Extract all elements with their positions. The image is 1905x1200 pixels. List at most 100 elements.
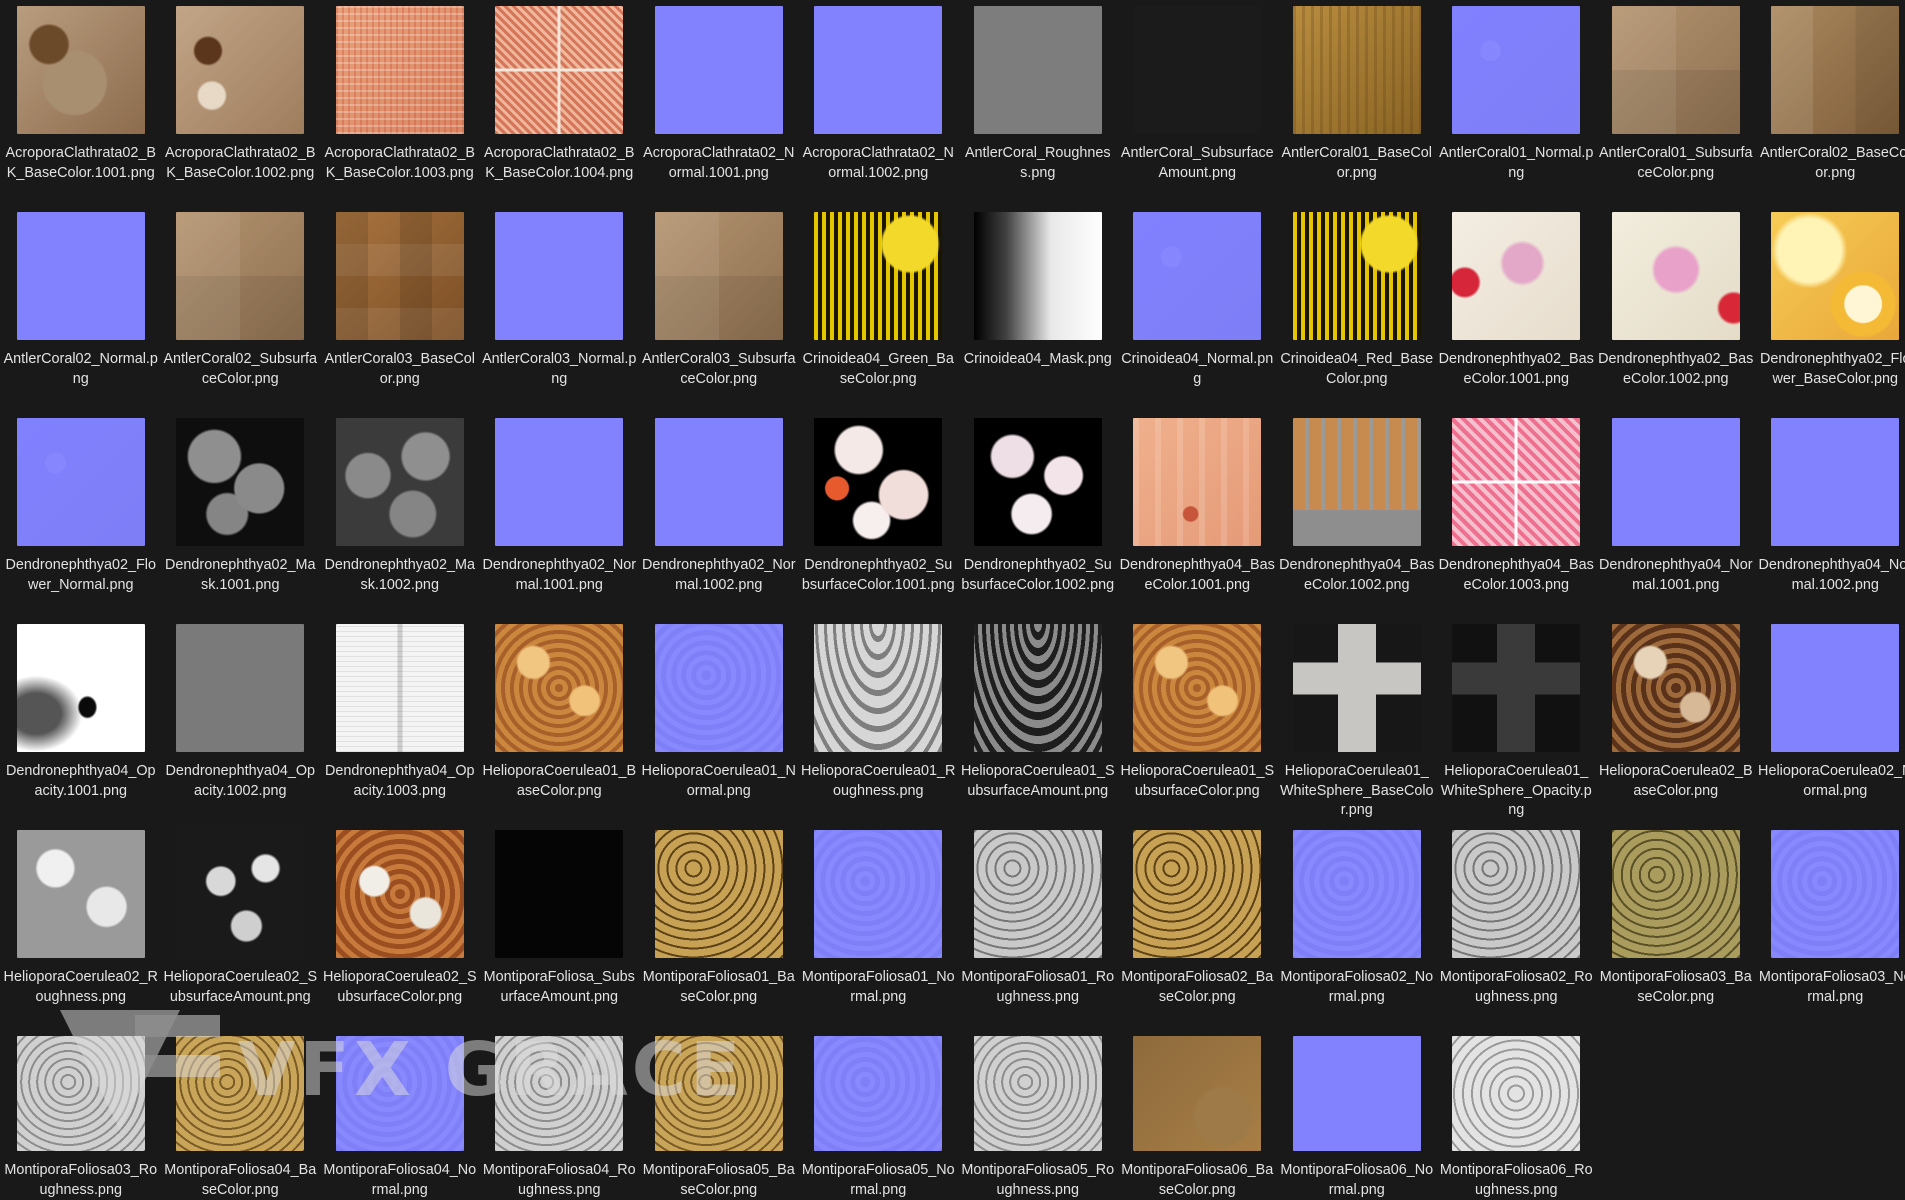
- file-thumbnail[interactable]: [654, 830, 783, 958]
- file-thumbnail[interactable]: [973, 624, 1102, 752]
- file-thumbnail[interactable]: [654, 418, 783, 546]
- file-thumbnail[interactable]: [335, 6, 464, 134]
- file-item[interactable]: MontiporaFoliosa_SubsurfaceAmount.png: [480, 824, 640, 1030]
- file-thumbnail[interactable]: [335, 1036, 464, 1151]
- file-item[interactable]: AcroporaClathrata02_BK_BaseColor.1003.pn…: [320, 0, 480, 206]
- file-item[interactable]: AntlerCoral02_Normal.png: [1, 206, 161, 412]
- file-item[interactable]: MontiporaFoliosa03_Roughness.png: [1, 1030, 161, 1200]
- file-thumbnail[interactable]: [654, 624, 783, 752]
- file-item[interactable]: HelioporaCoerulea01_Roughness.png: [799, 618, 959, 824]
- file-item[interactable]: MontiporaFoliosa01_BaseColor.png: [639, 824, 799, 1030]
- file-thumbnail[interactable]: [1611, 624, 1740, 752]
- file-item[interactable]: MontiporaFoliosa06_BaseColor.png: [1118, 1030, 1278, 1200]
- file-item[interactable]: HelioporaCoerulea02_Normal.png: [1756, 618, 1905, 824]
- file-thumbnail[interactable]: [814, 6, 943, 134]
- file-item[interactable]: AcroporaClathrata02_BK_BaseColor.1001.pn…: [1, 0, 161, 206]
- file-item[interactable]: Dendronephthya02_BaseColor.1002.png: [1596, 206, 1756, 412]
- file-thumbnail[interactable]: [1452, 1036, 1581, 1151]
- file-item[interactable]: MontiporaFoliosa06_Roughness.png: [1437, 1030, 1597, 1200]
- file-item[interactable]: Dendronephthya04_Opacity.1001.png: [1, 618, 161, 824]
- file-item[interactable]: AntlerCoral03_BaseColor.png: [320, 206, 480, 412]
- file-item[interactable]: MontiporaFoliosa06_Normal.png: [1277, 1030, 1437, 1200]
- file-item[interactable]: Dendronephthya04_Normal.1002.png: [1756, 412, 1905, 618]
- file-thumbnail[interactable]: [1133, 212, 1262, 340]
- file-thumbnail[interactable]: [814, 1036, 943, 1151]
- file-thumbnail[interactable]: [1771, 6, 1900, 134]
- file-item[interactable]: HelioporaCoerulea02_SubsurfaceAmount.png: [161, 824, 321, 1030]
- file-item[interactable]: MontiporaFoliosa04_Normal.png: [320, 1030, 480, 1200]
- file-thumbnail[interactable]: [16, 624, 145, 752]
- file-item[interactable]: Crinoidea04_Red_BaseColor.png: [1277, 206, 1437, 412]
- file-item[interactable]: AntlerCoral03_Normal.png: [480, 206, 640, 412]
- file-thumbnail[interactable]: [1292, 418, 1421, 546]
- file-thumbnail[interactable]: [16, 6, 145, 134]
- file-item[interactable]: Dendronephthya02_Flower_BaseColor.png: [1756, 206, 1905, 412]
- file-item[interactable]: AntlerCoral03_SubsurfaceColor.png: [639, 206, 799, 412]
- file-item[interactable]: Dendronephthya02_SubsurfaceColor.1002.pn…: [958, 412, 1118, 618]
- file-item[interactable]: MontiporaFoliosa01_Roughness.png: [958, 824, 1118, 1030]
- file-item[interactable]: HelioporaCoerulea02_SubsurfaceColor.png: [320, 824, 480, 1030]
- file-thumbnail[interactable]: [973, 418, 1102, 546]
- file-thumbnail[interactable]: [1452, 624, 1581, 752]
- file-thumbnail[interactable]: [335, 624, 464, 752]
- file-thumbnail[interactable]: [335, 418, 464, 546]
- file-item[interactable]: MontiporaFoliosa05_BaseColor.png: [639, 1030, 799, 1200]
- file-item[interactable]: Dendronephthya04_BaseColor.1001.png: [1118, 412, 1278, 618]
- file-thumbnail[interactable]: [1452, 418, 1581, 546]
- file-item[interactable]: AntlerCoral01_SubsurfaceColor.png: [1596, 0, 1756, 206]
- file-thumbnail[interactable]: [16, 830, 145, 958]
- file-item[interactable]: MontiporaFoliosa03_Normal.png: [1756, 824, 1905, 1030]
- file-item[interactable]: AcroporaClathrata02_Normal.1001.png: [639, 0, 799, 206]
- file-item[interactable]: Dendronephthya04_Normal.1001.png: [1596, 412, 1756, 618]
- file-item[interactable]: MontiporaFoliosa05_Roughness.png: [958, 1030, 1118, 1200]
- file-item[interactable]: AntlerCoral02_SubsurfaceColor.png: [161, 206, 321, 412]
- file-item[interactable]: MontiporaFoliosa03_BaseColor.png: [1596, 824, 1756, 1030]
- file-item[interactable]: AntlerCoral02_BaseColor.png: [1756, 0, 1905, 206]
- file-item[interactable]: MontiporaFoliosa02_BaseColor.png: [1118, 824, 1278, 1030]
- file-thumbnail[interactable]: [335, 830, 464, 958]
- file-item[interactable]: MontiporaFoliosa05_Normal.png: [799, 1030, 959, 1200]
- file-thumbnail[interactable]: [495, 624, 624, 752]
- file-thumbnail[interactable]: [1771, 830, 1900, 958]
- file-thumbnail[interactable]: [814, 418, 943, 546]
- file-item[interactable]: Dendronephthya02_Flower_Normal.png: [1, 412, 161, 618]
- file-item[interactable]: AntlerCoral_Roughness.png: [958, 0, 1118, 206]
- file-item[interactable]: MontiporaFoliosa02_Roughness.png: [1437, 824, 1597, 1030]
- file-thumbnail[interactable]: [1292, 830, 1421, 958]
- file-thumbnail[interactable]: [1611, 212, 1740, 340]
- file-thumbnail[interactable]: [814, 830, 943, 958]
- file-item[interactable]: AntlerCoral01_BaseColor.png: [1277, 0, 1437, 206]
- file-item[interactable]: Crinoidea04_Green_BaseColor.png: [799, 206, 959, 412]
- file-item[interactable]: HelioporaCoerulea01_BaseColor.png: [480, 618, 640, 824]
- file-thumbnail[interactable]: [1133, 830, 1262, 958]
- file-item[interactable]: AntlerCoral_SubsurfaceAmount.png: [1118, 0, 1278, 206]
- file-thumbnail[interactable]: [176, 1036, 305, 1151]
- file-item[interactable]: Dendronephthya04_BaseColor.1002.png: [1277, 412, 1437, 618]
- file-thumbnail[interactable]: [1771, 212, 1900, 340]
- file-thumbnail[interactable]: [176, 212, 305, 340]
- file-item[interactable]: HelioporaCoerulea02_BaseColor.png: [1596, 618, 1756, 824]
- file-thumbnail[interactable]: [814, 212, 943, 340]
- file-thumbnail[interactable]: [495, 1036, 624, 1151]
- file-thumbnail[interactable]: [1452, 6, 1581, 134]
- file-thumbnail[interactable]: [495, 418, 624, 546]
- file-thumbnail[interactable]: [973, 212, 1102, 340]
- file-thumbnail[interactable]: [1292, 1036, 1421, 1151]
- file-thumbnail[interactable]: [16, 1036, 145, 1151]
- file-thumbnail[interactable]: [1611, 418, 1740, 546]
- file-thumbnail[interactable]: [1133, 6, 1262, 134]
- file-item[interactable]: MontiporaFoliosa04_BaseColor.png: [161, 1030, 321, 1200]
- file-thumbnail[interactable]: [176, 624, 305, 752]
- file-item[interactable]: MontiporaFoliosa02_Normal.png: [1277, 824, 1437, 1030]
- file-thumbnail[interactable]: [1771, 624, 1900, 752]
- file-item[interactable]: Dendronephthya02_Mask.1001.png: [161, 412, 321, 618]
- file-item[interactable]: Dendronephthya04_Opacity.1003.png: [320, 618, 480, 824]
- file-thumbnail[interactable]: [176, 830, 305, 958]
- file-item[interactable]: HelioporaCoerulea01_SubsurfaceAmount.png: [958, 618, 1118, 824]
- file-item[interactable]: AcroporaClathrata02_Normal.1002.png: [799, 0, 959, 206]
- file-item[interactable]: Crinoidea04_Normal.png: [1118, 206, 1278, 412]
- file-thumbnail[interactable]: [335, 212, 464, 340]
- file-thumbnail[interactable]: [1133, 1036, 1262, 1151]
- file-item[interactable]: Dendronephthya02_Normal.1002.png: [639, 412, 799, 618]
- file-item[interactable]: Dendronephthya02_BaseColor.1001.png: [1437, 206, 1597, 412]
